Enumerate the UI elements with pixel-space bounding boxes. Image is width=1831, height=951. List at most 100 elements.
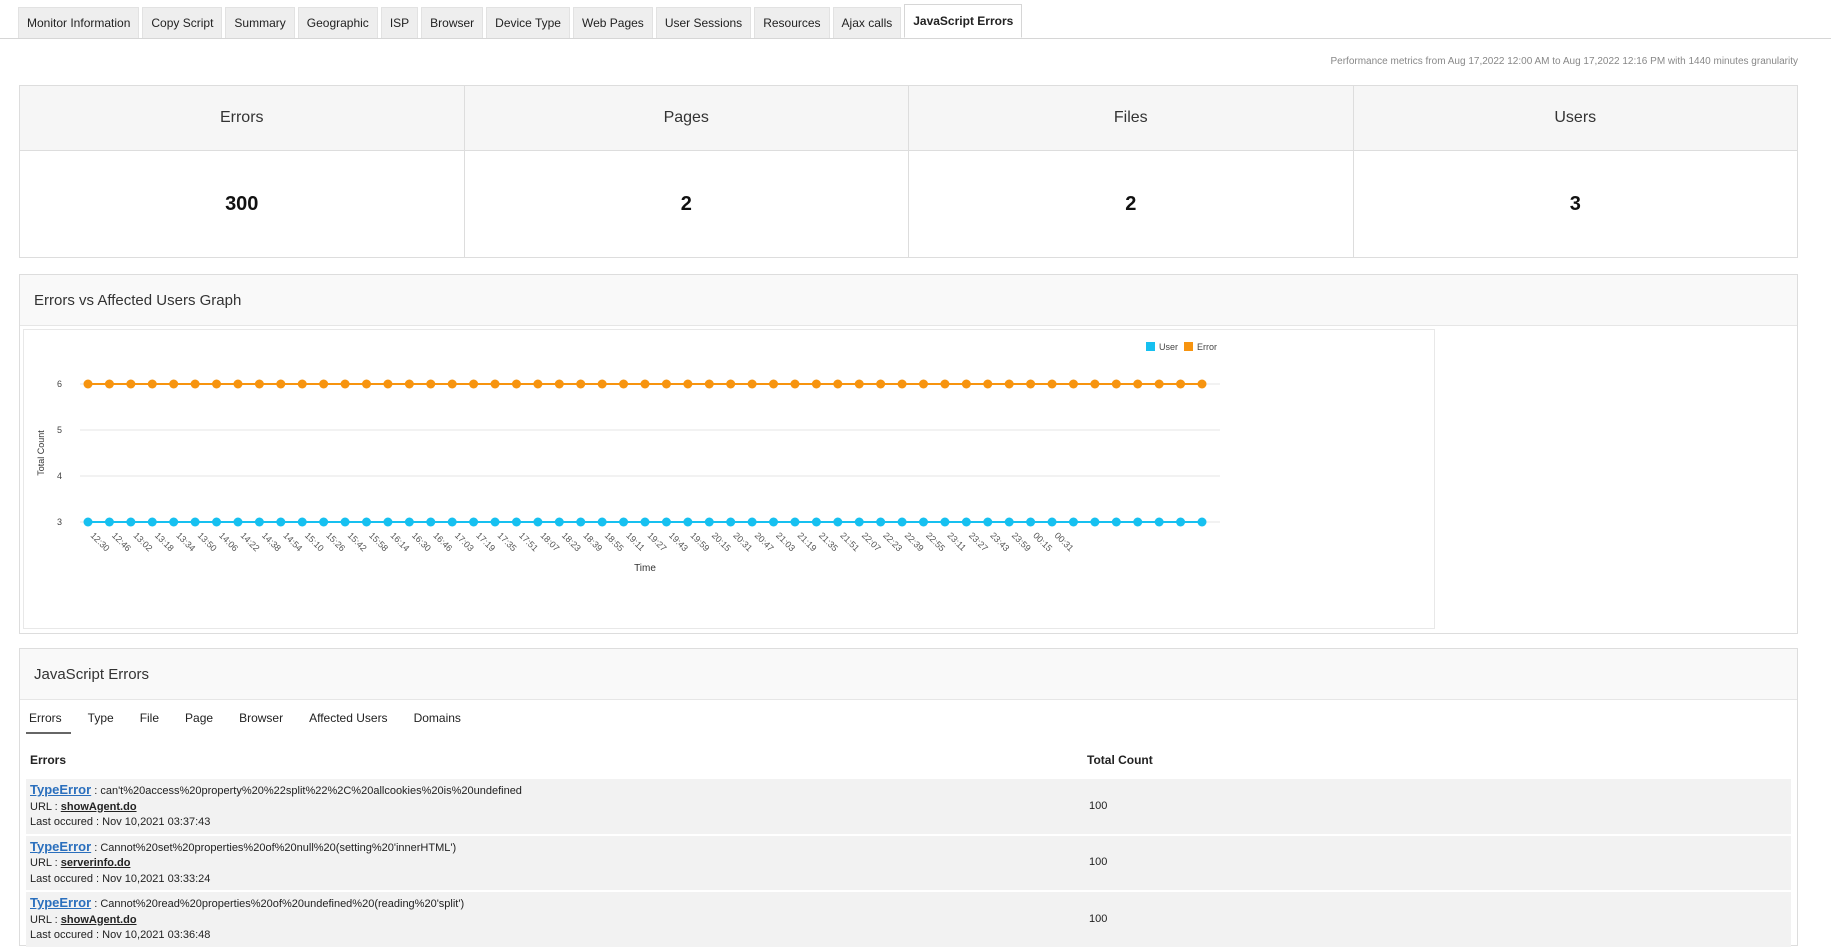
data-point-user <box>747 517 757 527</box>
data-point-user <box>576 517 586 527</box>
data-point-error <box>983 379 993 389</box>
data-point-user <box>1047 517 1057 527</box>
subtab-affected-users[interactable]: Affected Users <box>306 705 396 734</box>
data-point-error <box>961 379 971 389</box>
subtab-file[interactable]: File <box>137 705 168 734</box>
tab-monitor-information[interactable]: Monitor Information <box>18 7 140 38</box>
data-point-user <box>619 517 629 527</box>
x-tick-label: 15:58 <box>367 530 390 553</box>
subtab-type[interactable]: Type <box>85 705 123 734</box>
data-point-error <box>769 379 779 389</box>
data-point-error <box>640 379 650 389</box>
tab-resources[interactable]: Resources <box>754 7 830 38</box>
data-point-error <box>104 379 114 389</box>
tab-browser[interactable]: Browser <box>421 7 484 38</box>
x-axis-label: Time <box>634 563 656 574</box>
data-point-error <box>533 379 543 389</box>
tab-device-type[interactable]: Device Type <box>486 7 570 38</box>
stat-label: Files <box>909 86 1353 151</box>
x-tick-label: 13:02 <box>131 530 154 553</box>
x-tick-label: 12:46 <box>110 530 133 553</box>
x-tick-label: 13:34 <box>174 530 197 553</box>
x-tick-label: 20:47 <box>753 530 776 553</box>
tab-javascript-errors[interactable]: JavaScript Errors <box>904 4 1023 38</box>
data-point-user <box>983 517 993 527</box>
tab-geographic[interactable]: Geographic <box>297 7 378 38</box>
tab-copy-script[interactable]: Copy Script <box>142 7 223 38</box>
javascript-errors-panel: JavaScript Errors Errors Type File Page … <box>19 648 1798 947</box>
stat-value: 2 <box>1125 192 1137 215</box>
stat-value: 300 <box>225 192 259 215</box>
subtab-page[interactable]: Page <box>182 705 222 734</box>
data-point-error <box>426 379 436 389</box>
data-point-user <box>490 517 500 527</box>
error-cell: TypeError : Cannot%20read%20properties%2… <box>26 892 1083 947</box>
tab-user-sessions[interactable]: User Sessions <box>655 7 752 38</box>
data-point-user <box>554 517 564 527</box>
data-point-user <box>447 517 457 527</box>
table-row: TypeError : Cannot%20set%20properties%20… <box>26 835 1791 890</box>
x-tick-label: 21:19 <box>796 530 819 553</box>
data-point-user <box>919 517 928 527</box>
data-point-user <box>533 517 543 527</box>
data-point-error <box>1004 379 1014 389</box>
data-point-error <box>383 379 393 389</box>
column-header-total-count[interactable]: Total Count <box>1083 743 1791 777</box>
x-tick-label: 19:27 <box>646 530 669 553</box>
data-point-user <box>704 517 714 527</box>
data-point-error <box>469 379 479 389</box>
data-point-error <box>233 379 243 389</box>
error-url-link[interactable]: showAgent.do <box>61 914 137 926</box>
subtab-browser[interactable]: Browser <box>236 705 292 734</box>
x-tick-label: 23:27 <box>967 530 990 553</box>
stat-value: 3 <box>1569 192 1581 215</box>
data-point-error <box>833 379 843 389</box>
data-point-user <box>1197 517 1207 527</box>
data-point-error <box>404 379 414 389</box>
data-point-error <box>1047 379 1057 389</box>
error-type-link[interactable]: TypeError <box>30 895 91 910</box>
data-point-user <box>469 517 479 527</box>
subtab-errors[interactable]: Errors <box>26 705 71 734</box>
data-point-error <box>297 379 307 389</box>
error-message: : can't%20access%20property%20%22split%2… <box>91 785 522 797</box>
data-point-user <box>169 517 179 527</box>
data-point-error <box>1068 379 1078 389</box>
data-point-error <box>704 379 714 389</box>
stat-pages: Pages 2 <box>464 86 909 257</box>
tab-web-pages[interactable]: Web Pages <box>572 7 653 38</box>
error-url-link[interactable]: showAgent.do <box>61 801 137 813</box>
x-tick-label: 14:06 <box>217 530 240 553</box>
data-point-user <box>726 517 736 527</box>
tab-ajax-calls[interactable]: Ajax calls <box>832 7 902 38</box>
data-point-error <box>1090 379 1100 389</box>
data-point-user <box>1111 517 1121 527</box>
table-row: TypeError : can't%20access%20property%20… <box>26 779 1791 834</box>
stat-users: Users 3 <box>1353 86 1797 257</box>
data-point-error <box>661 379 671 389</box>
data-point-error <box>147 379 157 389</box>
error-url-link[interactable]: serverinfo.do <box>61 857 131 869</box>
url-label: URL : <box>30 800 61 813</box>
tab-isp[interactable]: ISP <box>380 7 419 38</box>
data-point-user <box>1090 517 1100 527</box>
data-point-error <box>212 379 222 389</box>
x-tick-label: 23:11 <box>946 530 969 553</box>
data-point-user <box>790 517 800 527</box>
error-type-link[interactable]: TypeError <box>30 782 91 797</box>
x-tick-label: 18:39 <box>581 530 604 553</box>
panel-title: Errors vs Affected Users Graph <box>20 275 1797 326</box>
tab-summary[interactable]: Summary <box>225 7 295 38</box>
error-type-link[interactable]: TypeError <box>30 839 91 854</box>
data-point-user <box>233 517 243 527</box>
stat-errors: Errors 300 <box>20 86 465 257</box>
errors-subtabs: Errors Type File Page Browser Affected U… <box>26 705 484 734</box>
subtab-domains[interactable]: Domains <box>411 705 470 734</box>
column-header-errors[interactable]: Errors <box>26 743 1083 777</box>
data-point-error <box>1111 379 1121 389</box>
x-tick-label: 17:03 <box>453 530 476 553</box>
data-point-user <box>897 517 907 527</box>
module-tabs: Monitor Information Copy Script Summary … <box>18 4 1025 38</box>
data-point-error <box>919 379 928 389</box>
data-point-user <box>640 517 650 527</box>
